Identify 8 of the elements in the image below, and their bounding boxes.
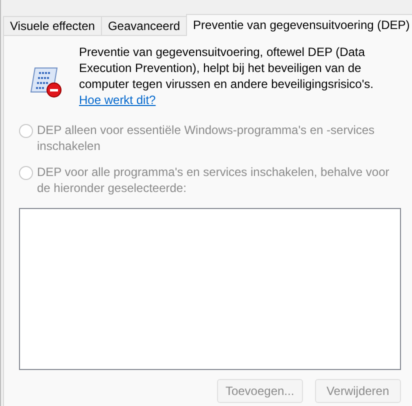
binary-document-icon xyxy=(29,66,63,98)
radio-label: DEP alleen voor essentiële Windows-programma's en -services inschakelen xyxy=(37,122,376,154)
help-link[interactable]: Hoe werkt dit? xyxy=(79,92,156,108)
exception-list[interactable] xyxy=(19,208,401,370)
tab[interactable]: Preventie van gegevensuitvoering (DEP) xyxy=(186,14,412,36)
radio-label: DEP voor alle programma's en services inschakelen, behalve voor de hieronder geselecteerde: xyxy=(37,164,390,196)
description-text: Preventie van gegevensuitvoering, oftewel DEP (Data Execution Prevention), helpt bij het beveiligen van de computer tegen virussen en andere beveiligingsrisico's. xyxy=(79,44,374,92)
tab[interactable]: Visuele effecten xyxy=(3,16,102,36)
